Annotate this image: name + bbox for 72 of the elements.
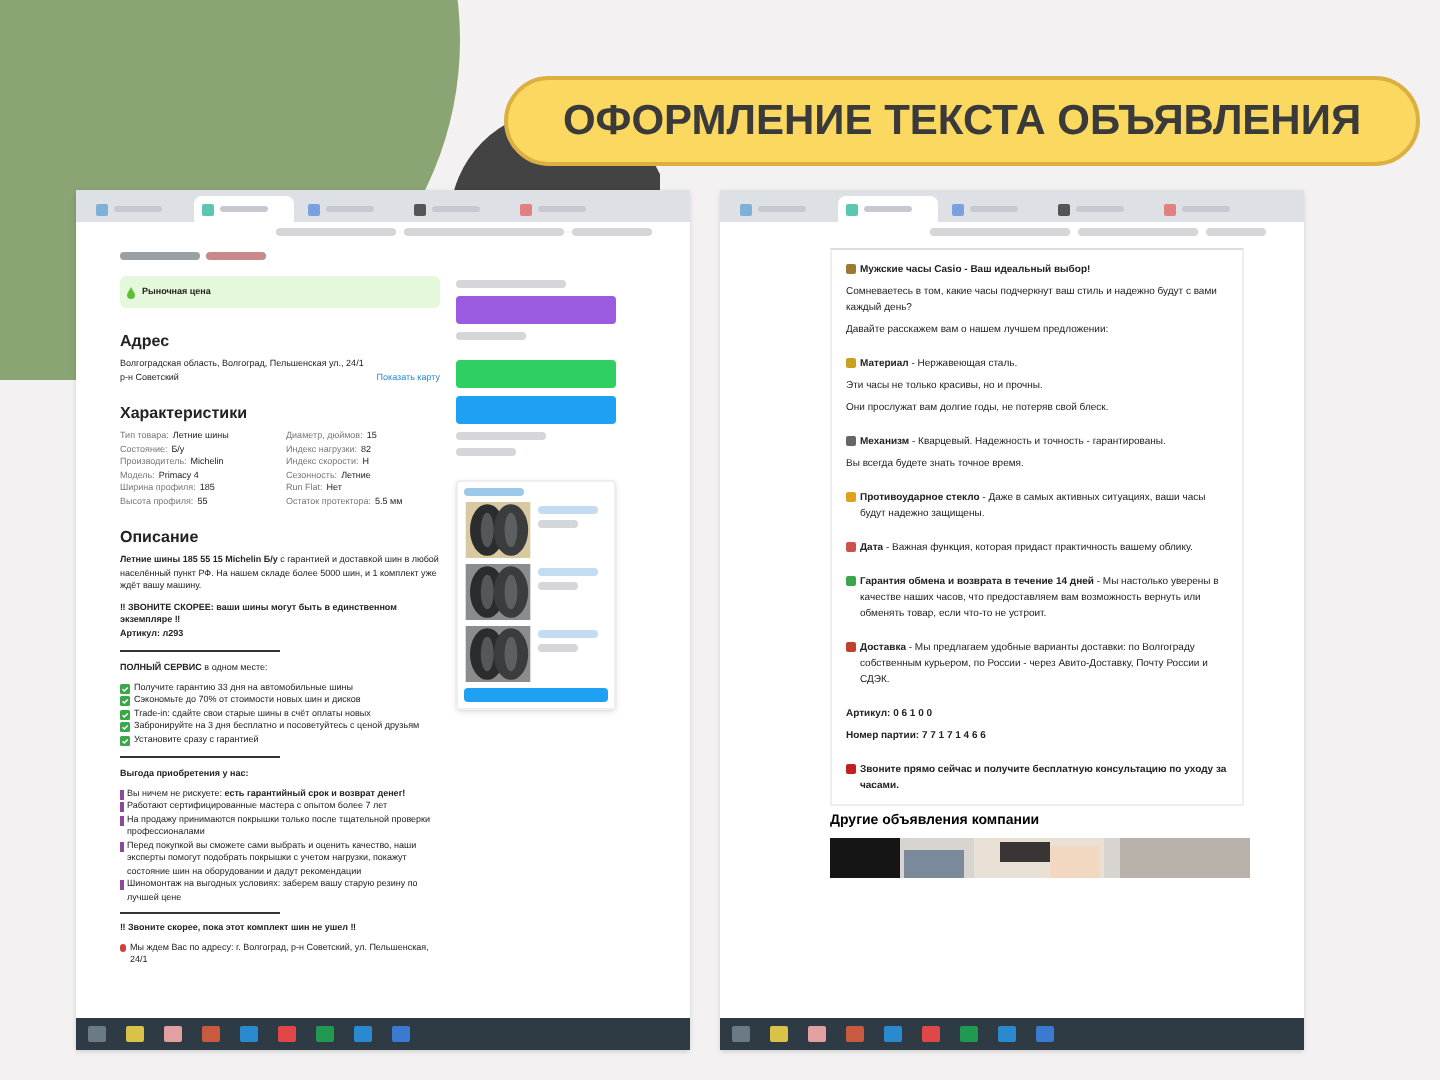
emoji-icon (846, 264, 856, 274)
blurred-text-icon (120, 252, 200, 260)
blurred-text-icon (572, 228, 652, 236)
favicon-icon (96, 203, 108, 215)
taskbar-app-icon[interactable] (88, 1026, 106, 1042)
taskbar-app-icon[interactable] (316, 1026, 334, 1042)
taskbar-app-icon[interactable] (998, 1026, 1016, 1042)
blurred-button[interactable] (456, 296, 616, 324)
section-heading: Характеристики (120, 404, 250, 424)
emoji-icon (846, 358, 856, 368)
title-banner: ОФОРМЛЕНИЕ ТЕКСТА ОБЪЯВЛЕНИЯ (504, 76, 1420, 166)
blurred-button[interactable] (464, 688, 608, 702)
favicon-icon (846, 203, 858, 215)
blurred-text-icon (930, 228, 1070, 236)
blurred-tab-title-icon (220, 206, 268, 212)
emoji-icon (846, 642, 856, 652)
blurred-text-icon (206, 252, 266, 260)
taskbar-app-icon[interactable] (732, 1026, 750, 1042)
blurred-text-icon (538, 520, 578, 528)
favicon-icon (1164, 203, 1176, 215)
favicon-icon (520, 203, 532, 215)
blurred-text-icon (538, 630, 598, 638)
favicon-icon (414, 203, 426, 215)
blurred-text-icon (464, 488, 524, 496)
taskbar-app-icon[interactable] (240, 1026, 258, 1042)
blurred-text-icon (456, 432, 546, 440)
check-icon (120, 735, 130, 745)
drop-icon (126, 285, 136, 299)
blurred-text-icon (404, 228, 564, 236)
taskbar-app-icon[interactable] (202, 1026, 220, 1042)
taskbar-app-icon[interactable] (354, 1026, 372, 1042)
blurred-text-icon (456, 332, 526, 340)
check-icon (120, 709, 130, 719)
blurred-tab-title-icon (864, 206, 912, 212)
blurred-text-icon (456, 280, 566, 288)
blurred-text-icon (1206, 228, 1266, 236)
favicon-icon (952, 203, 964, 215)
taskbar-app-icon[interactable] (392, 1026, 410, 1042)
blurred-text-icon (456, 448, 516, 456)
section-heading: Адрес (120, 332, 172, 352)
emoji-icon (846, 576, 856, 586)
taskbar-app-icon[interactable] (1036, 1026, 1054, 1042)
blurred-text-icon (538, 644, 578, 652)
emoji-icon (846, 542, 856, 552)
taskbar-app-icon[interactable] (922, 1026, 940, 1042)
blurred-text-icon (538, 582, 578, 590)
emoji-icon (846, 764, 856, 774)
check-icon (120, 696, 130, 706)
favicon-icon (1058, 203, 1070, 215)
taskbar-app-icon[interactable] (960, 1026, 978, 1042)
favicon-icon (740, 203, 752, 215)
taskbar-app-icon[interactable] (278, 1026, 296, 1042)
taskbar-app-icon[interactable] (164, 1026, 182, 1042)
blurred-text-icon (538, 506, 598, 514)
favicon-icon (308, 203, 320, 215)
blurred-text-icon (538, 568, 598, 576)
check-icon (120, 683, 130, 693)
taskbar-app-icon[interactable] (126, 1026, 144, 1042)
emoji-icon (846, 436, 856, 446)
section-heading: Описание (120, 528, 201, 548)
taskbar-app-icon[interactable] (808, 1026, 826, 1042)
blurred-button[interactable] (456, 360, 616, 388)
blurred-text-icon (1078, 228, 1198, 236)
pin-icon (120, 943, 126, 951)
check-icon (120, 722, 130, 732)
emoji-icon (846, 492, 856, 502)
taskbar-app-icon[interactable] (884, 1026, 902, 1042)
blurred-button[interactable] (456, 396, 616, 424)
taskbar-app-icon[interactable] (770, 1026, 788, 1042)
taskbar-app-icon[interactable] (846, 1026, 864, 1042)
blurred-text-icon (276, 228, 396, 236)
favicon-icon (202, 203, 214, 215)
